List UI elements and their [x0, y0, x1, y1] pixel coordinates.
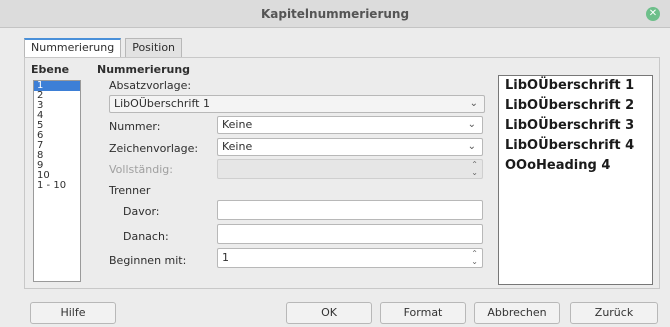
window-title: Kapitelnummerierung [260, 7, 410, 21]
chevron-down-icon: ⌄ [469, 98, 478, 109]
level-item[interactable]: 1 - 10 [34, 181, 80, 191]
complete-label: Vollständig: [109, 163, 173, 176]
numbering-section-title: Nummerierung [97, 63, 191, 76]
tab-bar: Nummerierung Position [24, 38, 186, 58]
before-input[interactable] [217, 200, 483, 220]
level-header: Ebene [31, 63, 70, 76]
title-bar: Kapitelnummerierung ✕ [0, 0, 670, 28]
preview-line: LibOÜberschrift 1 [505, 78, 635, 93]
spin-arrows-icon: ⌃ ⌄ [471, 160, 478, 177]
back-button[interactable]: Zurück [570, 302, 658, 324]
tab-position[interactable]: Position [125, 38, 183, 58]
char-style-select[interactable]: Keine ⌄ [217, 138, 483, 156]
char-style-value: Keine [222, 140, 253, 153]
chevron-down-icon: ⌄ [467, 119, 476, 130]
preview-line: LibOÜberschrift 4 [505, 138, 635, 153]
before-label: Davor: [123, 205, 160, 218]
start-stepper[interactable]: 1 ⌃ ⌄ [217, 248, 483, 268]
help-button[interactable]: Hilfe [30, 302, 116, 324]
start-label: Beginnen mit: [109, 254, 187, 267]
chevron-down-icon: ⌄ [467, 141, 476, 152]
preview-line: LibOÜberschrift 2 [505, 98, 635, 113]
paragraph-style-value: LibOÜberschrift 1 [114, 97, 210, 110]
paragraph-style-select[interactable]: LibOÜberschrift 1 ⌄ [109, 95, 485, 113]
preview-box: LibOÜberschrift 1 LibOÜberschrift 2 LibO… [498, 75, 653, 285]
separator-title: Trenner [109, 184, 151, 197]
spin-arrows-icon[interactable]: ⌃ ⌄ [471, 250, 478, 266]
complete-stepper: ⌃ ⌄ [217, 159, 483, 179]
char-style-label: Zeichenvorlage: [109, 142, 199, 155]
after-input[interactable] [217, 224, 483, 244]
start-value: 1 [222, 251, 229, 264]
format-button[interactable]: Format [380, 302, 466, 324]
paragraph-style-label: Absatzvorlage: [109, 79, 192, 92]
after-label: Danach: [123, 230, 169, 243]
number-select[interactable]: Keine ⌄ [217, 116, 483, 134]
number-label: Nummer: [109, 120, 161, 133]
level-list[interactable]: 1 2 3 4 5 6 7 8 9 10 1 - 10 [33, 80, 81, 282]
ok-button[interactable]: OK [286, 302, 372, 324]
close-icon[interactable]: ✕ [646, 7, 660, 21]
tab-panel: Ebene 1 2 3 4 5 6 7 8 9 10 1 - 10 Nummer… [24, 57, 660, 289]
preview-line: LibOÜberschrift 3 [505, 118, 635, 133]
number-value: Keine [222, 118, 253, 131]
cancel-button[interactable]: Abbrechen [474, 302, 560, 324]
preview-line: OOoHeading 4 [505, 158, 611, 173]
tab-nummerierung[interactable]: Nummerierung [24, 38, 122, 58]
